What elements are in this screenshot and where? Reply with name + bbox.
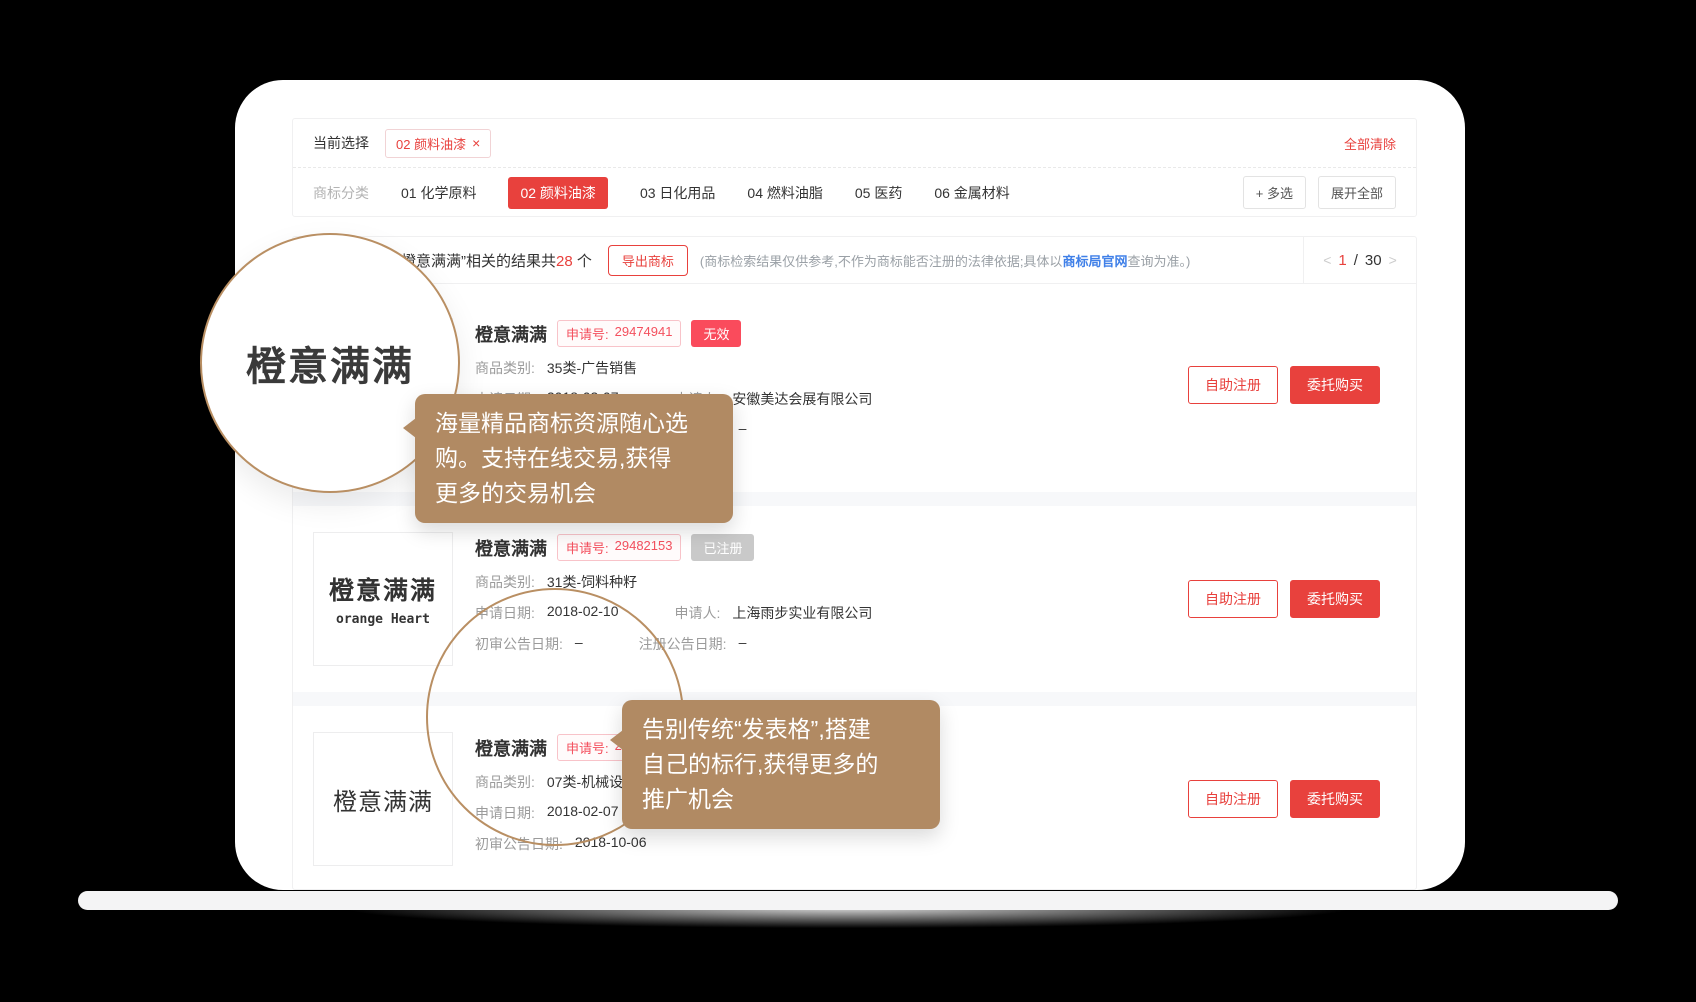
trademark-office-link[interactable]: 商标局官网 [1062,254,1127,269]
entrust-purchase-button[interactable]: 委托购买 [1290,780,1380,818]
trademark-image-text: 橙意满满 [329,571,437,607]
current-selection-label: 当前选择 [313,133,369,153]
trademark-title: 橙意满满 [475,321,547,347]
category-item-01[interactable]: 01 化学原料 [401,183,476,203]
field-label: 商品类别: [475,572,535,592]
self-register-button[interactable]: 自助注册 [1188,366,1278,404]
current-selection-row: 当前选择 02 颜料油漆 × 全部清除 [293,119,1416,167]
field-label: 商品类别: [475,358,535,378]
application-number-value: 29482153 [615,538,673,557]
application-number-tag: 申请号: 29474941 [557,320,681,347]
title-line: 橙意满满 申请号: 29474941 无效 [475,320,872,347]
laptop-base [78,891,1618,910]
results-disclaimer: (商标检索结果仅供参考,不作为商标能否注册的法律依据;具体以商标局官网查询为准。… [700,251,1190,270]
results-header: 为您检索到“橙意满满”相关的结果共28 个 导出商标 (商标检索结果仅供参考,不… [293,237,1416,284]
export-trademarks-button[interactable]: 导出商标 [608,245,688,276]
trademark-image: 橙意满满 orange Heart [313,532,453,666]
selected-filter-tag-label: 02 颜料油漆 [396,134,466,153]
plus-icon: + [1256,186,1264,201]
disclaimer-prefix: (商标检索结果仅供参考,不作为商标能否注册的法律依据;具体以 [700,254,1063,269]
self-register-button[interactable]: 自助注册 [1188,780,1278,818]
field-value: 安徽美达会展有限公司 [732,389,872,409]
trademark-image-subtext: orange Heart [336,612,430,627]
chevron-right-icon[interactable]: > [1389,252,1397,268]
category-item-04[interactable]: 04 燃料油脂 [747,183,822,203]
application-number-tag: 申请号: 29482153 [557,534,681,561]
status-badge: 已注册 [691,534,754,561]
clear-all-button[interactable]: 全部清除 [1344,134,1396,153]
filter-card: 当前选择 02 颜料油漆 × 全部清除 商标分类 01 化学原料 02 颜料油漆… [292,118,1417,217]
selected-filter-tag[interactable]: 02 颜料油漆 × [385,129,491,158]
category-field: 商品类别: 35类-广告销售 [475,358,872,378]
category-item-06[interactable]: 06 金属材料 [934,183,1009,203]
expand-all-button[interactable]: 展开全部 [1318,176,1396,209]
pagination: < 1 / 30 > [1303,237,1416,283]
multi-select-button[interactable]: + 多选 [1243,176,1306,209]
category-item-03[interactable]: 03 日化用品 [640,183,715,203]
field-label: 申请人: [675,603,721,623]
application-number-value: 29474941 [615,324,673,343]
field-value: 上海雨步实业有限公司 [732,603,872,623]
row-actions: 自助注册 委托购买 [1188,780,1380,818]
row-actions: 自助注册 委托购买 [1188,580,1380,618]
chevron-left-icon[interactable]: < [1323,252,1331,268]
results-count: 28 [556,253,573,270]
page: 当前选择 02 颜料油漆 × 全部清除 商标分类 01 化学原料 02 颜料油漆… [0,0,1696,1002]
tooltip-bubble: 告别传统“发表格”,搭建 自己的标行,获得更多的 推广机会 [622,700,940,829]
trademark-image-text: 橙意满满 [333,782,433,817]
field-value: 35类-广告销售 [547,358,637,378]
category-item-02-active[interactable]: 02 颜料油漆 [508,177,607,209]
trademark-title: 橙意满满 [475,535,547,561]
laptop-base-shadow [150,908,1546,936]
entrust-purchase-button[interactable]: 委托购买 [1290,366,1380,404]
self-register-button[interactable]: 自助注册 [1188,580,1278,618]
page-separator: / [1354,252,1358,269]
results-count-unit: 个 [573,253,592,270]
tooltip-bubble: 海量精品商标资源随心选 购。支持在线交易,获得 更多的交易机会 [415,394,733,523]
category-row: 商标分类 01 化学原料 02 颜料油漆 03 日化用品 04 燃料油脂 05 … [293,167,1416,217]
row-actions: 自助注册 委托购买 [1188,366,1380,404]
application-number-label: 申请号: [566,538,609,557]
category-actions: + 多选 展开全部 [1243,176,1396,209]
multi-select-label: 多选 [1267,186,1293,201]
application-number-label: 申请号: [566,324,609,343]
close-icon[interactable]: × [472,136,480,150]
applicant-field: 申请人: 上海雨步实业有限公司 [675,603,873,623]
field-value: – [739,420,747,440]
status-badge: 无效 [691,320,741,347]
total-pages: 30 [1365,252,1382,269]
category-filter-label: 商标分类 [313,183,369,203]
disclaimer-suffix: 查询为准。) [1127,254,1190,269]
current-page: 1 [1338,252,1346,269]
category-item-05[interactable]: 05 医药 [855,183,902,203]
field-value: – [739,634,747,654]
entrust-purchase-button[interactable]: 委托购买 [1290,580,1380,618]
magnified-trademark-text: 橙意满满 [246,334,414,392]
title-line: 橙意满满 申请号: 29482153 已注册 [475,534,872,561]
